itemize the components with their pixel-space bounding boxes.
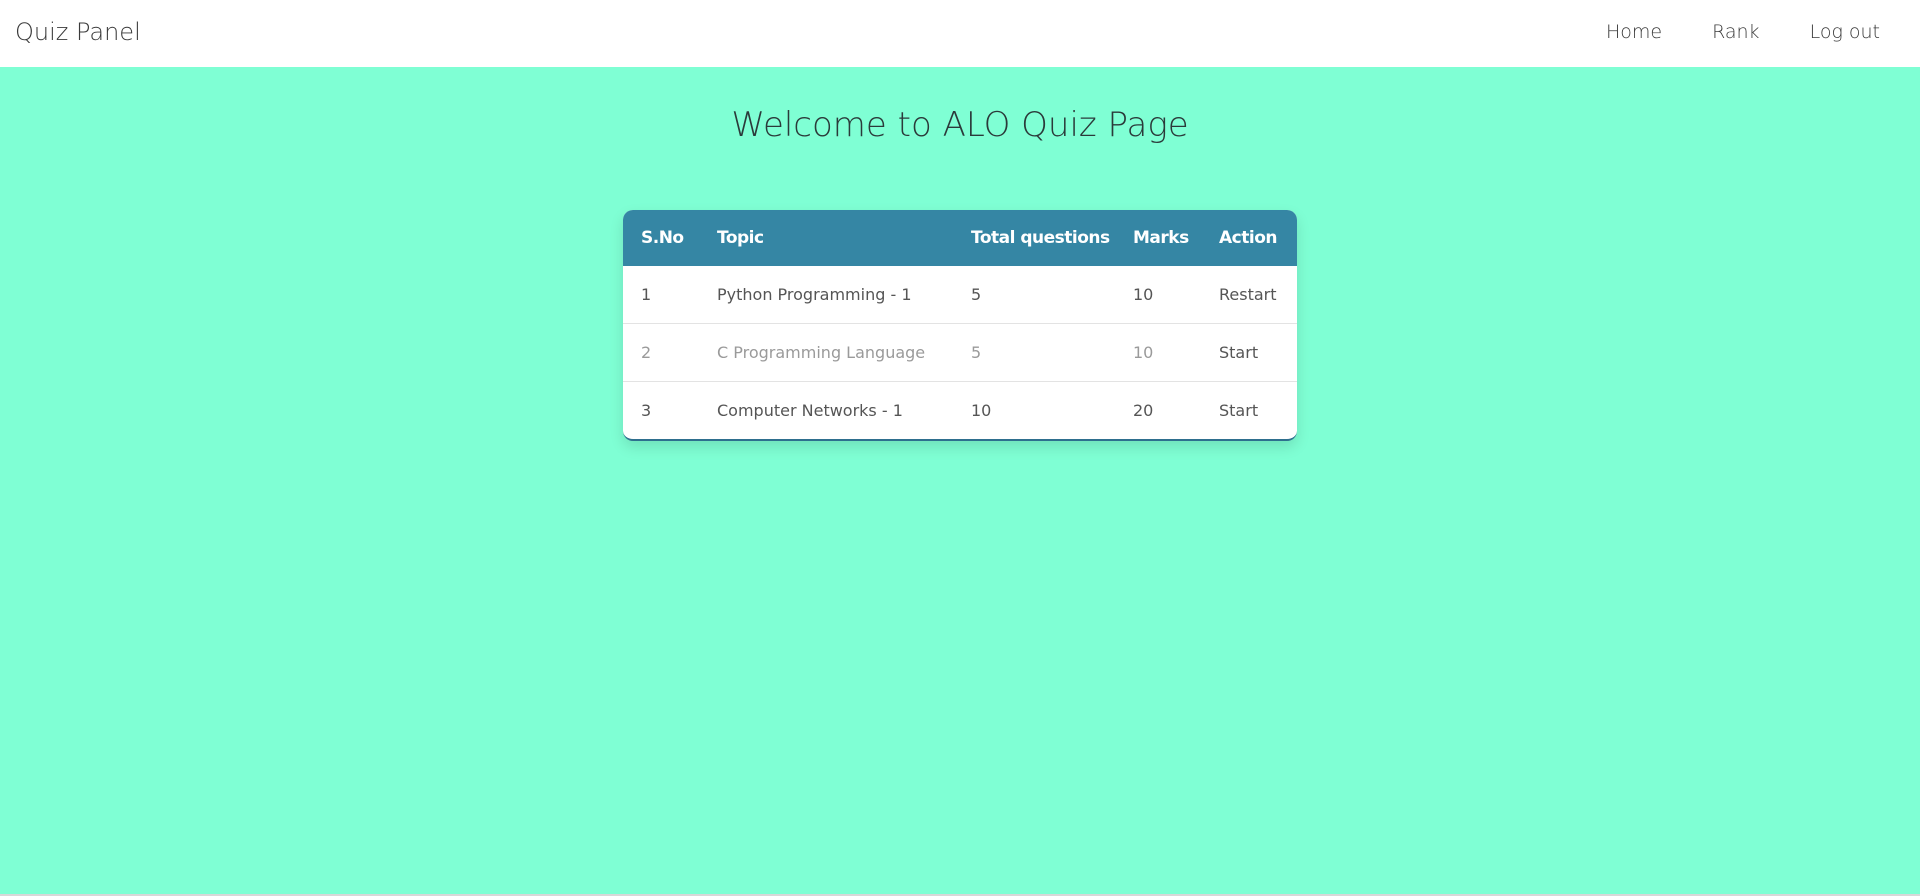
cell-sno: 2 (623, 323, 699, 382)
cell-sno: 1 (641, 285, 652, 304)
quiz-table-body: 1 Python Programming - 1 5 10 Restart 2 … (623, 266, 1297, 439)
header-topic: Topic (717, 228, 764, 248)
nav-links: Home Rank Log out (1556, 18, 1880, 46)
table-row: 3 Computer Networks - 1 10 20 Start (623, 381, 1297, 439)
start-quiz-link[interactable]: Start (1201, 323, 1297, 382)
restart-quiz-link[interactable]: Restart (1201, 266, 1297, 324)
nav-link-home[interactable]: Home (1606, 18, 1662, 46)
quiz-table-header: S.No Topic Total questions Marks Action (623, 210, 1297, 266)
header-sno: S.No (641, 228, 684, 248)
header-total-questions: Total questions (971, 228, 1110, 248)
cell-sno: 3 (623, 381, 699, 439)
header-action: Action (1219, 228, 1277, 248)
cell-total-questions: 5 (971, 285, 982, 304)
cell-total-questions: 5 (953, 323, 1115, 382)
cell-marks: 10 (1115, 323, 1201, 382)
cell-total-questions: 10 (953, 381, 1115, 439)
cell-marks: 20 (1115, 381, 1201, 439)
main-content: Welcome to ALO Quiz Page S.No Topic Tota… (0, 67, 1920, 894)
cell-marks: 10 (1133, 285, 1154, 304)
brand-logo[interactable]: Quiz Panel (15, 16, 141, 48)
cell-topic: Python Programming - 1 (717, 285, 912, 304)
quiz-table-card: S.No Topic Total questions Marks Action … (623, 210, 1297, 441)
quiz-table: S.No Topic Total questions Marks Action … (623, 210, 1297, 439)
table-row: 2 C Programming Language 5 10 Start (623, 323, 1297, 382)
cell-topic: C Programming Language (699, 323, 953, 382)
table-header-row: S.No Topic Total questions Marks Action (623, 210, 1297, 266)
nav-link-logout[interactable]: Log out (1810, 18, 1880, 46)
start-quiz-link[interactable]: Start (1201, 381, 1297, 439)
navbar: Quiz Panel Home Rank Log out (0, 0, 1920, 67)
table-row: 1 Python Programming - 1 5 10 Restart (623, 266, 1297, 324)
page-title: Welcome to ALO Quiz Page (731, 105, 1189, 145)
cell-topic: Computer Networks - 1 (699, 381, 953, 439)
nav-link-rank[interactable]: Rank (1712, 18, 1759, 46)
header-marks: Marks (1133, 228, 1189, 248)
